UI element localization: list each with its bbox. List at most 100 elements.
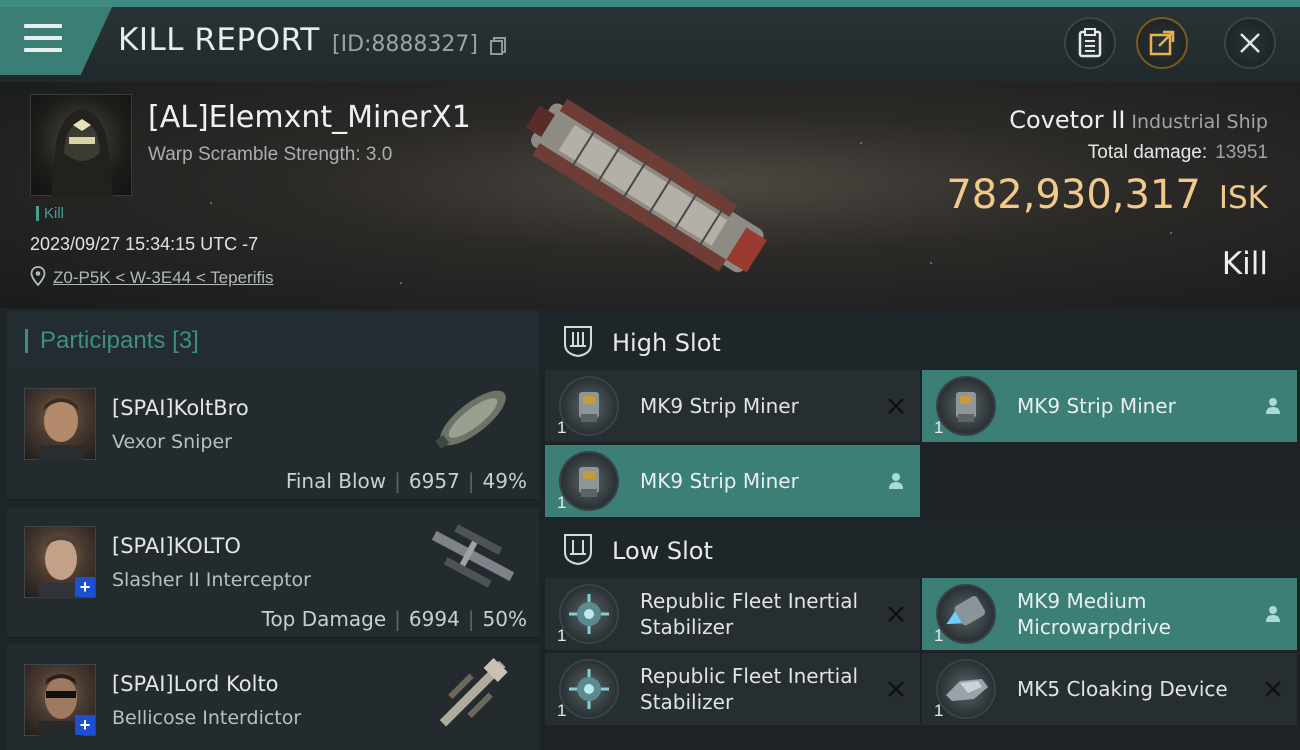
module-name: MK9 Strip Miner xyxy=(640,469,799,493)
participant-stats: Top Damage | 6994 | 50% xyxy=(261,607,527,631)
participant-portrait[interactable]: + xyxy=(24,526,96,599)
hamburger-menu-icon[interactable] xyxy=(24,24,62,56)
participant-ship: Slasher II Interceptor xyxy=(112,569,311,591)
module-item[interactable]: 1 Republic Fleet Inertial Stabilizer xyxy=(545,578,920,650)
dropped-person-icon xyxy=(1266,398,1280,414)
participant-card[interactable]: + [SPAI]Lord Kolto Bellicose Interdictor xyxy=(7,645,539,750)
destroyed-x-icon xyxy=(888,606,904,622)
victim-ship-image xyxy=(525,99,767,273)
cloaking-device-icon xyxy=(936,659,996,719)
close-icon xyxy=(1240,33,1260,53)
strip-miner-icon xyxy=(936,376,996,436)
top-bar: KILL REPORT [ID:8888327] xyxy=(0,0,1300,82)
report-id: [ID:8888327] xyxy=(332,32,478,57)
module-name: Republic Fleet Inertial Stabilizer xyxy=(640,589,859,639)
ship-type: Industrial Ship xyxy=(1131,111,1268,133)
warp-scramble-strength: Warp Scramble Strength: 3.0 xyxy=(148,144,393,165)
vexor-ship-image xyxy=(435,390,506,450)
isk-value-line: 782,930,317 ISK xyxy=(946,172,1268,218)
participant-stats: Final Blow | 6957 | 49% xyxy=(285,469,527,493)
destroyed-x-icon xyxy=(888,398,904,414)
module-quantity: 1 xyxy=(557,626,567,645)
module-name: Republic Fleet Inertial Stabilizer xyxy=(640,664,859,714)
module-name: MK9 Strip Miner xyxy=(640,394,799,418)
strip-miner-icon xyxy=(559,376,619,436)
participant-portrait[interactable] xyxy=(24,388,96,461)
kill-datetime: 2023/09/27 15:34:15 UTC -7 xyxy=(30,234,259,254)
damage-value: 13951 xyxy=(1215,142,1268,163)
module-item[interactable]: 1 MK9 Medium Microwarpdrive xyxy=(922,578,1297,650)
module-item[interactable]: 1 MK9 Strip Miner xyxy=(545,445,920,517)
damage-label: Total damage: xyxy=(1087,142,1208,163)
participants-header: Participants [3] xyxy=(7,311,539,369)
isk-unit: ISK xyxy=(1218,180,1268,216)
dropped-person-icon xyxy=(1266,606,1280,622)
participant-name[interactable]: [SPAI]Lord Kolto xyxy=(112,672,279,696)
slasher-ship-image xyxy=(431,524,515,588)
total-damage: Total damage: 13951 xyxy=(1088,142,1268,164)
close-button[interactable] xyxy=(1224,17,1276,69)
dropped-person-icon xyxy=(889,473,903,489)
destroyed-x-icon xyxy=(1265,681,1281,697)
module-item[interactable]: 1 MK5 Cloaking Device xyxy=(922,653,1297,725)
participant-ship: Bellicose Interdictor xyxy=(112,707,302,729)
participants-label: Participants xyxy=(40,327,166,354)
top-accent-line xyxy=(0,0,1300,7)
inertial-stabilizer-icon xyxy=(559,659,619,719)
hooded-pilot-avatar xyxy=(51,109,113,197)
module-name: MK5 Cloaking Device xyxy=(1017,677,1228,701)
module-item[interactable]: 1 Republic Fleet Inertial Stabilizer xyxy=(545,653,920,725)
victim-portrait[interactable] xyxy=(30,94,132,197)
fitting-panel: High Slot 1 MK9 Strip Miner 1 MK9 Strip … xyxy=(543,308,1300,750)
module-quantity: 1 xyxy=(557,418,567,437)
participants-panel: Participants [3] [SPAI]KoltBro Vexor Sni… xyxy=(0,308,543,750)
inertial-stabilizer-icon xyxy=(559,584,619,644)
low-slot-title: Low Slot xyxy=(612,537,713,565)
plus-badge-icon: + xyxy=(75,715,95,735)
victim-panel: [AL]Elemxnt_MinerX1 Warp Scramble Streng… xyxy=(0,82,1300,308)
module-quantity: 1 xyxy=(557,493,567,512)
strip-miner-icon xyxy=(559,451,619,511)
module-quantity: 1 xyxy=(557,701,567,720)
isk-value: 782,930,317 xyxy=(946,172,1201,218)
high-slot-title: High Slot xyxy=(612,329,721,357)
low-slot-icon xyxy=(564,534,592,566)
module-item[interactable]: 1 MK9 Strip Miner xyxy=(922,370,1297,442)
destroyed-x-icon xyxy=(888,681,904,697)
participant-name[interactable]: [SPAI]KOLTO xyxy=(112,534,241,558)
low-slot-header: Low Slot xyxy=(543,519,1300,579)
participant-percent: 49% xyxy=(482,469,527,493)
module-item[interactable]: 1 MK9 Strip Miner xyxy=(545,370,920,442)
page-title: KILL REPORT xyxy=(118,22,320,58)
participant-percent: 50% xyxy=(482,607,527,631)
microwarpdrive-icon xyxy=(936,584,996,644)
module-name: MK9 Strip Miner xyxy=(1017,394,1176,418)
participant-ship: Vexor Sniper xyxy=(112,431,232,453)
report-result: Kill xyxy=(1221,246,1268,282)
location-link[interactable]: Z0-P5K < W-3E44 < Teperifis xyxy=(53,268,273,288)
victim-name[interactable]: [AL]Elemxnt_MinerX1 xyxy=(148,100,471,135)
share-button[interactable] xyxy=(1136,17,1188,69)
module-quantity: 1 xyxy=(934,626,944,645)
participants-count: [3] xyxy=(172,327,199,354)
participant-card[interactable]: + [SPAI]KOLTO Slasher II Interceptor Top… xyxy=(7,507,539,638)
pilot-avatar xyxy=(39,398,83,461)
clipboard-button[interactable] xyxy=(1064,17,1116,69)
plus-badge-icon: + xyxy=(75,577,95,597)
ship-name: Covetor II xyxy=(1009,106,1126,134)
module-quantity: 1 xyxy=(934,701,944,720)
victim-ship[interactable]: Covetor II Industrial Ship xyxy=(1009,106,1268,134)
high-slot-header: High Slot xyxy=(543,311,1300,371)
participant-card[interactable]: [SPAI]KoltBro Vexor Sniper Final Blow | 69… xyxy=(7,369,539,500)
location-pin-icon xyxy=(30,266,46,286)
module-quantity: 1 xyxy=(934,418,944,437)
share-icon xyxy=(1149,30,1175,56)
participant-role: Final Blow xyxy=(285,469,387,493)
bellicose-ship-image xyxy=(439,657,508,727)
participant-damage: 6957 xyxy=(408,469,460,493)
copy-icon[interactable] xyxy=(488,36,508,56)
high-slot-icon xyxy=(564,326,592,358)
kill-tag: Kill xyxy=(36,206,64,221)
participant-name[interactable]: [SPAI]KoltBro xyxy=(112,396,249,420)
participant-portrait[interactable]: + xyxy=(24,664,96,737)
